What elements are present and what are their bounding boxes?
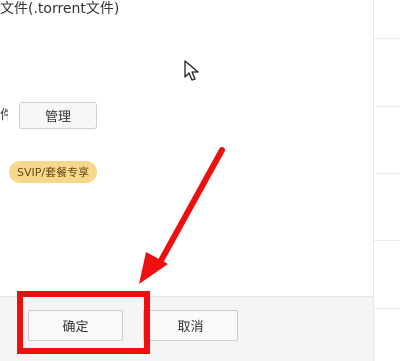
manage-button[interactable]: 管理: [19, 102, 97, 129]
background-side-panel: [373, 0, 400, 361]
cancel-button[interactable]: 取消: [143, 310, 238, 341]
background-divider: [374, 173, 400, 174]
setting-label-cut: 件: [0, 108, 8, 123]
torrent-file-label: 文件(.torrent文件): [0, 1, 120, 17]
svip-badge: SVIP/套餐专享: [9, 161, 98, 183]
background-divider: [374, 240, 400, 241]
background-divider: [374, 106, 400, 107]
annotation-highlight-box: [17, 291, 150, 354]
mouse-pointer-icon: [184, 60, 199, 81]
screen: 文件(.torrent文件) 件 管理 SVIP/套餐专享 确定 取消: [0, 0, 400, 361]
background-divider: [374, 38, 400, 39]
background-divider: [374, 308, 400, 309]
